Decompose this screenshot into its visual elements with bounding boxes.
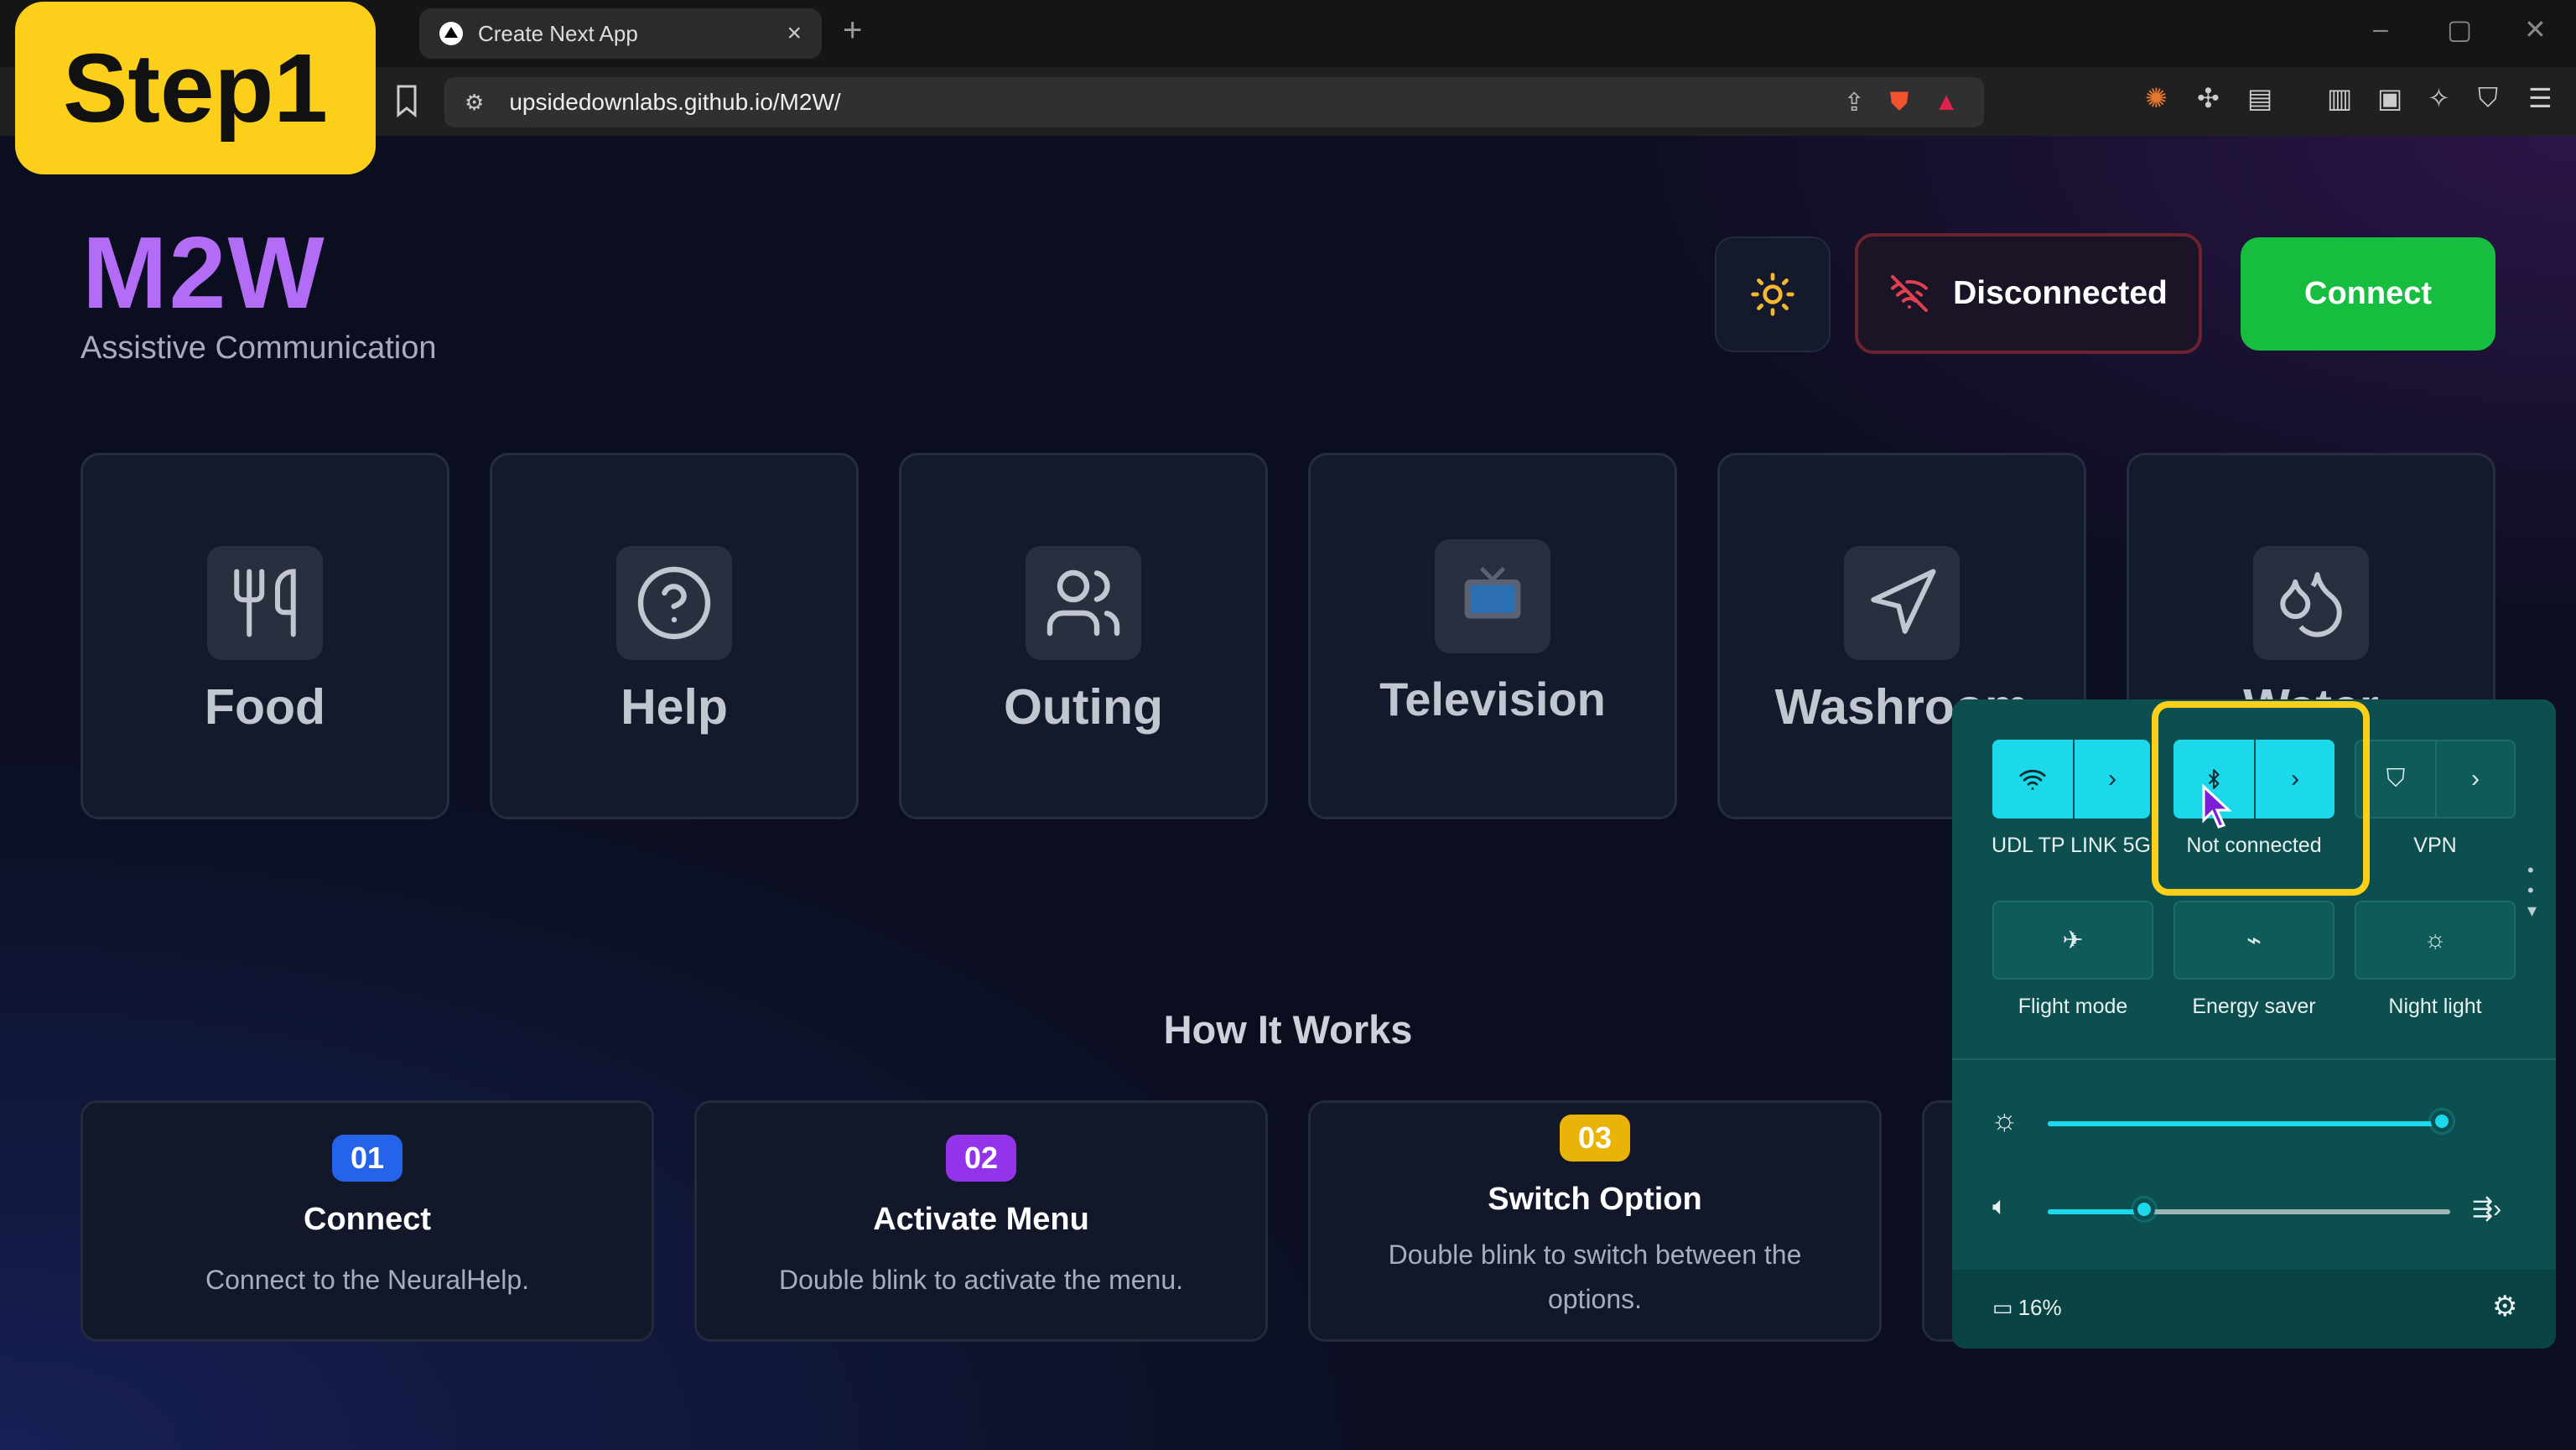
battery-percent: 16% — [2018, 1295, 2062, 1320]
sidebar-icon[interactable]: ▥ — [2327, 82, 2352, 114]
sun-icon — [1751, 273, 1794, 316]
category-card-help[interactable]: Help — [490, 453, 859, 819]
step-description: Double blink to activate the menu. — [778, 1265, 1184, 1295]
wifi-label: UDL TP LINK 5G — [1992, 834, 2151, 857]
category-label: Television — [1379, 673, 1606, 725]
brightness-knob[interactable] — [2431, 1110, 2453, 1132]
step-card-3: 03 Switch Option Double blink to switch … — [1308, 1100, 1882, 1342]
battery-status[interactable]: ▭ 16% — [1992, 1295, 2062, 1321]
flight-mode-tile[interactable]: ✈ — [1992, 901, 2153, 980]
brand-title: M2W — [82, 216, 326, 330]
step-title: Connect — [304, 1202, 431, 1237]
vpn-tile[interactable]: ⛉ › — [2355, 740, 2516, 819]
close-window-button[interactable]: ✕ — [2524, 13, 2547, 45]
night-light-label: Night light — [2388, 995, 2482, 1018]
browser-tab-bar — [0, 0, 2576, 67]
category-card-outing[interactable]: Outing — [899, 453, 1268, 819]
battery-leaf-icon: ⌁ — [2246, 926, 2262, 954]
users-icon — [1026, 546, 1141, 660]
category-card-television[interactable]: Television — [1308, 453, 1677, 819]
chevron-right-icon[interactable]: › — [2073, 740, 2150, 819]
theme-toggle-button[interactable] — [1715, 236, 1831, 352]
step-description: Connect to the NeuralHelp. — [205, 1265, 529, 1295]
connect-button[interactable]: Connect — [2241, 237, 2496, 351]
volume-slider[interactable] — [2048, 1209, 2450, 1214]
utensils-icon — [207, 546, 323, 660]
url-text[interactable]: upsidedownlabs.github.io/M2W/ — [509, 89, 1843, 116]
puzzle-icon[interactable]: ✣ — [2197, 82, 2220, 114]
sun-icon: ☼ — [1991, 1102, 2018, 1136]
step-description: Double blink to switch between the optio… — [1388, 1240, 1802, 1314]
step-number-badge: 03 — [1559, 1115, 1631, 1162]
bookmark-icon[interactable] — [394, 84, 419, 122]
droplets-icon — [2253, 546, 2369, 660]
highlight-box — [2152, 701, 2370, 896]
audio-output-icon[interactable]: ⇶› — [2472, 1194, 2501, 1224]
menu-icon[interactable]: ☰ — [2528, 82, 2553, 114]
tab-title: Create Next App — [478, 20, 638, 46]
site-settings-icon[interactable]: ⚙ — [465, 90, 484, 116]
connection-status-button[interactable]: Disconnected — [1855, 233, 2202, 354]
tab-close-button[interactable]: × — [787, 19, 802, 48]
category-card-food[interactable]: Food — [80, 453, 449, 819]
help-circle-icon — [616, 546, 732, 660]
step-number-badge: 01 — [331, 1135, 403, 1182]
browser-tab[interactable]: Create Next App × — [419, 8, 822, 59]
new-tab-button[interactable]: + — [843, 12, 862, 49]
speaker-icon: 🔈︎ — [1992, 1193, 2007, 1220]
airplane-icon: ✈ — [2062, 926, 2084, 954]
step-number-badge: 02 — [945, 1135, 1017, 1182]
battery-icon: ▭ — [1992, 1295, 2013, 1320]
reader-icon[interactable]: ▤ — [2247, 82, 2272, 114]
step-card-2: 02 Activate Menu Double blink to activat… — [694, 1100, 1268, 1342]
category-label: Help — [621, 679, 728, 735]
leo-icon[interactable]: ✧ — [2428, 82, 2450, 114]
night-light-tile[interactable]: ☼ — [2355, 901, 2516, 980]
brand-subtitle: Assistive Communication — [80, 330, 437, 366]
wifi-off-icon — [1891, 275, 1929, 312]
address-bar[interactable]: ⚙ upsidedownlabs.github.io/M2W/ ⇪ ⛊ ▲ — [444, 77, 1984, 127]
extension-icon[interactable]: ✺ — [2145, 82, 2168, 114]
brave-shield-icon[interactable]: ⛊ — [1890, 88, 1909, 117]
step-title: Activate Menu — [873, 1202, 1089, 1237]
step-title: Switch Option — [1488, 1182, 1702, 1217]
brightness-fill — [2048, 1121, 2446, 1126]
maximize-button[interactable]: ▢ — [2447, 13, 2472, 45]
brightness-icon: ☼ — [2423, 926, 2447, 954]
wallet-icon[interactable]: ▣ — [2377, 82, 2402, 114]
volume-knob[interactable] — [2133, 1198, 2155, 1220]
favicon-icon — [439, 22, 463, 45]
category-label: Food — [204, 679, 326, 735]
divider — [1952, 1058, 2556, 1060]
settings-gear-icon[interactable]: ⚙ — [2492, 1290, 2517, 1323]
navigation-icon — [1844, 546, 1960, 660]
wifi-tile[interactable]: › — [1992, 740, 2150, 819]
energy-saver-label: Energy saver — [2192, 995, 2316, 1018]
step-card-1: 01 Connect Connect to the NeuralHelp. — [80, 1100, 654, 1342]
category-label: Outing — [1003, 679, 1164, 735]
share-icon[interactable]: ⇪ — [1844, 88, 1865, 117]
vpn-label: VPN — [2413, 834, 2457, 857]
page-dots-icon[interactable]: • • ▾ — [2527, 860, 2537, 921]
flight-mode-label: Flight mode — [2018, 995, 2128, 1018]
wifi-icon[interactable] — [1992, 740, 2073, 819]
vpn-shield-icon[interactable]: ⛉ — [2478, 82, 2498, 114]
step-badge: Step1 — [15, 2, 376, 174]
status-text: Disconnected — [1953, 275, 2168, 311]
minimize-button[interactable]: – — [2373, 13, 2388, 44]
energy-saver-tile[interactable]: ⌁ — [2174, 901, 2334, 980]
brave-rewards-icon[interactable]: ▲ — [1934, 88, 1959, 117]
brightness-slider[interactable] — [2048, 1121, 2450, 1126]
chevron-right-icon[interactable]: › — [2434, 741, 2514, 817]
television-icon — [1435, 539, 1550, 653]
